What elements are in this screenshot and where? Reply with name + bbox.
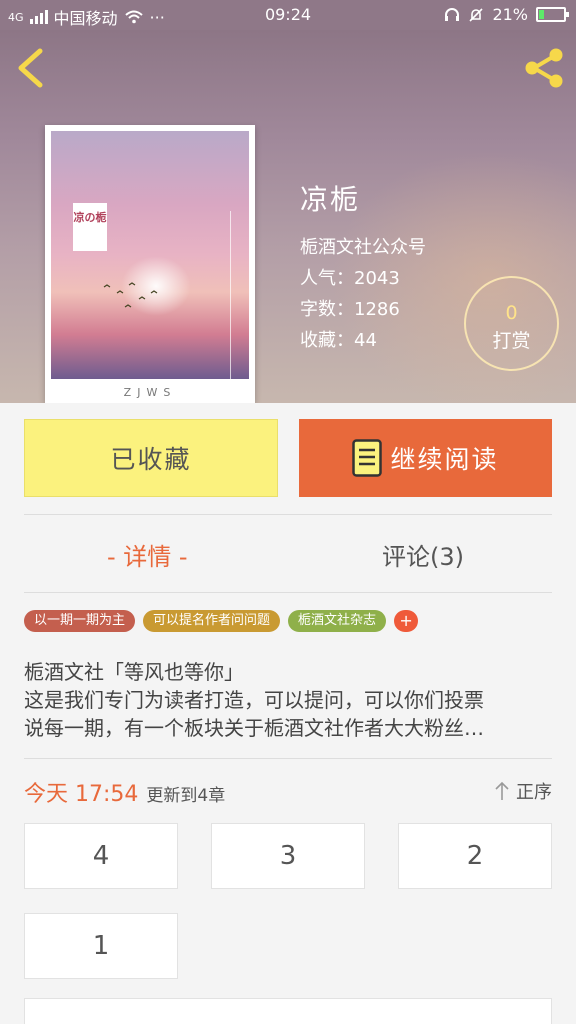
update-info: 今天 17:54 更新到4章 [24, 776, 225, 808]
description-line: 栀酒文社「等风也等你」 [24, 660, 244, 684]
battery-icon [536, 7, 569, 22]
chapter-button[interactable]: 2 [398, 823, 552, 889]
tag-chip[interactable]: 栀酒文社杂志 [288, 610, 387, 632]
battery-percent: 21% [492, 5, 528, 24]
description-line: 这是我们专门为读者打造，可以提问，可以你们投票 [24, 688, 484, 712]
chapter-button[interactable]: 1 [24, 913, 178, 979]
cover-title-tag: 凉の栀 [73, 203, 107, 251]
book-title: 凉栀 [300, 183, 361, 216]
chevron-left-icon [18, 48, 43, 88]
tab-comments[interactable]: 评论(3) [382, 537, 464, 572]
book-word-count: 字数：1286 [300, 299, 400, 320]
sort-label: 正序 [516, 782, 552, 803]
reward-count: 0 [505, 302, 518, 324]
status-bar: 4G 中国移动 ··· 09:24 21% [0, 0, 576, 30]
arrow-up-icon [495, 781, 509, 800]
back-button[interactable] [12, 48, 48, 88]
clock: 09:24 [264, 5, 312, 24]
headset-icon [445, 7, 460, 21]
cover-brand: ZJWS [123, 386, 177, 399]
book-icon [352, 439, 383, 477]
book-description[interactable]: 栀酒文社「等风也等你」 这是我们专门为读者打造，可以提问，可以你们投票 说每一期… [24, 658, 554, 742]
reward-button[interactable]: 0 打赏 [464, 276, 559, 371]
sort-toggle[interactable]: 正序 [494, 778, 552, 804]
description-line: 说每一期，有一个板块关于栀酒文社作者大大粉丝… [24, 716, 484, 740]
update-note: 更新到4章 [146, 786, 226, 806]
mute-icon [469, 7, 484, 22]
tag-chip[interactable]: 可以提名作者问问题 [143, 610, 281, 632]
birds-illustration [103, 282, 158, 308]
update-time: 今天 17:54 [24, 782, 139, 807]
add-tag-button[interactable]: + [394, 610, 419, 632]
share-button[interactable] [522, 46, 568, 90]
cover-line [230, 211, 231, 381]
divider [24, 758, 552, 759]
chapter-button[interactable]: 3 [211, 823, 365, 889]
book-author: 栀酒文社公众号 [300, 237, 426, 258]
divider [24, 592, 552, 593]
reward-label: 打赏 [492, 330, 531, 352]
tab-detail[interactable]: - 详情 - [107, 537, 188, 572]
book-popularity: 人气：2043 [300, 268, 400, 289]
book-info: 凉栀 栀酒文社公众号 人气：2043 字数：1286 收藏：44 [300, 178, 426, 356]
share-icon [525, 48, 563, 88]
continue-reading-button[interactable]: 继续阅读 [299, 419, 552, 497]
book-favorites: 收藏：44 [300, 330, 377, 351]
continue-reading-label: 继续阅读 [390, 445, 499, 474]
tag-chip[interactable]: 以一期一期为主 [24, 610, 136, 632]
favorited-button[interactable]: 已收藏 [24, 419, 278, 497]
book-header: 凉の栀 ZJWS 凉栀 栀酒文社公众号 人气：2043 字数：1286 收藏：4… [0, 30, 576, 403]
next-section-card [24, 998, 552, 1024]
cover-art: 凉の栀 [51, 131, 249, 381]
divider [24, 514, 552, 515]
tag-list: 以一期一期为主 可以提名作者问问题 栀酒文社杂志 + [24, 610, 419, 632]
battery-fill [539, 10, 544, 19]
favorited-label: 已收藏 [110, 445, 192, 474]
chapter-button[interactable]: 4 [24, 823, 178, 889]
book-cover[interactable]: 凉の栀 ZJWS [45, 125, 255, 403]
